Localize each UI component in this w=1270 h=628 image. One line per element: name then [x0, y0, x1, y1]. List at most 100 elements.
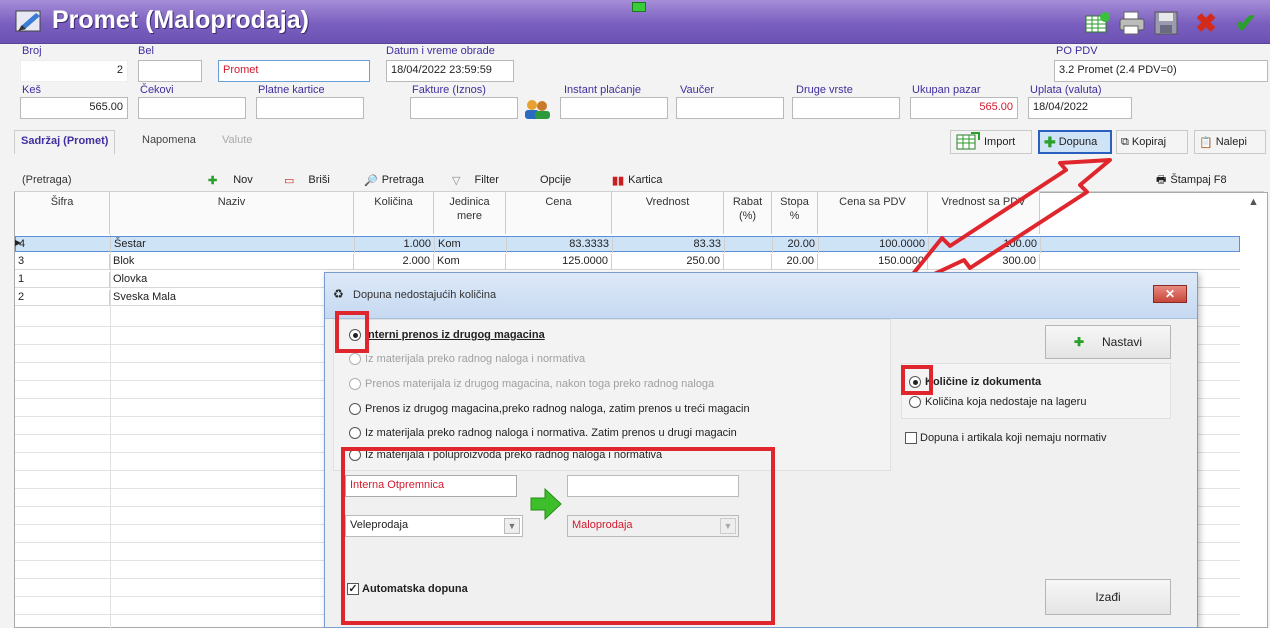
fakture-field[interactable]	[410, 97, 518, 119]
dopuna-label: Dopuna	[1058, 136, 1098, 148]
col-header-kolicina[interactable]: Količina	[354, 192, 434, 234]
filter-button[interactable]: ▽ Filter	[448, 168, 503, 192]
col-header-rabat[interactable]: Rabat (%)	[724, 192, 772, 234]
cell-cena: 125.0000	[506, 254, 612, 270]
card-icon: ▮▮	[612, 174, 625, 187]
filter-icon: ▽	[452, 174, 461, 187]
cell-sifra: 2	[15, 290, 110, 306]
po-pdv-field[interactable]: 3.2 Promet (2.4 PDV=0)	[1054, 60, 1268, 82]
title-bar: Promet (Maloprodaja) ✖ ✔	[0, 0, 1270, 44]
cell-sifra: 4	[16, 237, 111, 253]
dialog-close-icon[interactable]: ✕	[1153, 285, 1187, 303]
vaucer-field[interactable]	[676, 97, 784, 119]
platne-field[interactable]	[256, 97, 364, 119]
cell-vrednost: 250.00	[612, 254, 724, 270]
paste-icon: 📋	[1199, 136, 1213, 149]
option-prenos-treci-magacin[interactable]: Prenos iz drugog magacina,preko radnog n…	[349, 403, 750, 415]
datum-field[interactable]: 18/04/2022 23:59:59	[386, 60, 514, 82]
app-logo-icon	[15, 10, 41, 32]
brisi-button[interactable]: ▭ Briši	[280, 168, 334, 192]
kopiraj-label: Kopiraj	[1131, 136, 1167, 148]
uplata-label: Uplata (valuta)	[1030, 84, 1102, 96]
kartica-label: Kartica	[628, 174, 663, 186]
platne-label: Platne kartice	[258, 84, 325, 96]
nov-button[interactable]: ✚ Nov	[204, 168, 257, 192]
search-input[interactable]: (Pretraga)	[18, 168, 194, 192]
bel-type-field[interactable]: Promet	[218, 60, 370, 82]
druge-label: Druge vrste	[796, 84, 853, 96]
option-label: Prenos iz drugog magacina,preko radnog n…	[365, 403, 750, 415]
datum-label: Datum i vreme obrade	[386, 45, 495, 57]
row-pointer-icon: ▶	[15, 238, 22, 247]
cell-jm: Kom	[435, 237, 507, 253]
izadi-button[interactable]: Izađi	[1045, 579, 1171, 615]
cell-rabat	[724, 254, 772, 270]
cell-kolicina: 2.000	[354, 254, 434, 270]
radio-icon	[349, 403, 361, 415]
add-icon: ✚	[208, 174, 218, 187]
highlight-box	[341, 447, 775, 625]
col-header-stopa[interactable]: Stopa %	[772, 192, 818, 234]
col-header-naziv[interactable]: Naziv	[110, 192, 354, 234]
stampaj-label: Štampaj F8	[1170, 174, 1227, 186]
bel-label: Bel	[138, 45, 154, 57]
cekovi-field[interactable]	[138, 97, 246, 119]
col-header-cena[interactable]: Cena	[506, 192, 612, 234]
tab-napomena[interactable]: Napomena	[136, 130, 202, 154]
tab-sadrzaj[interactable]: Sadržaj (Promet)	[14, 130, 116, 154]
people-icon[interactable]	[522, 98, 552, 120]
refresh-grid-icon[interactable]	[1082, 8, 1114, 38]
cekovi-label: Čekovi	[140, 84, 174, 96]
copy-icon: ⧉	[1121, 135, 1129, 148]
radio-icon	[909, 396, 921, 408]
instant-field[interactable]	[560, 97, 668, 119]
highlight-box	[901, 365, 933, 395]
col-header-jm[interactable]: Jedinica mere	[434, 192, 506, 234]
no-norm-label: Dopuna i artikala koji nemaju normativ	[920, 432, 1107, 444]
printer-icon: 🖶	[1156, 173, 1167, 186]
cell-cena: 83.3333	[507, 237, 613, 253]
save-icon[interactable]	[1150, 8, 1182, 38]
broj-field[interactable]: 2	[20, 60, 128, 82]
option-label: Količina koja nedostaje na lageru	[925, 396, 1087, 408]
pretraga-label: Pretraga	[381, 174, 424, 186]
col-header-vrednost[interactable]: Vrednost	[612, 192, 724, 234]
nastavi-button[interactable]: ✚ Nastavi	[1045, 325, 1171, 359]
col-header-sifra[interactable]: Šifra	[15, 192, 110, 234]
cell-naziv: Olovka	[110, 272, 354, 288]
option-kolicina-nedostaje[interactable]: Količina koja nedostaje na lageru	[909, 396, 1086, 408]
kartica-button[interactable]: ▮▮ Kartica	[608, 168, 666, 192]
tab-valute[interactable]: Valute	[216, 130, 258, 154]
kopiraj-button[interactable]: ⧉ Kopiraj	[1116, 130, 1188, 154]
opcije-button[interactable]: Opcije	[536, 168, 575, 192]
option-label: Iz materijala preko radnog naloga i norm…	[365, 427, 737, 439]
option-label: Količine iz dokumenta	[925, 376, 1042, 388]
scroll-up-icon[interactable]: ▲	[1248, 196, 1259, 208]
pretraga-button[interactable]: 🔎 Pretraga	[360, 168, 428, 192]
izadi-label: Izađi	[1095, 590, 1121, 604]
option-prenos-drugi-magacin[interactable]: Iz materijala preko radnog naloga i norm…	[349, 427, 737, 439]
cell-stopa: 20.00	[773, 237, 819, 253]
add-icon: ✚	[1073, 335, 1085, 349]
option-prenos-materijala[interactable]: Prenos materijala iz drugog magacina, na…	[349, 378, 714, 390]
print-icon[interactable]	[1116, 8, 1148, 38]
nov-label: Nov	[233, 174, 253, 186]
nalepi-button[interactable]: 📋 Nalepi	[1194, 130, 1266, 154]
confirm-check-icon[interactable]: ✔	[1230, 8, 1262, 38]
po-pdv-label: PO PDV	[1056, 45, 1098, 57]
radio-icon	[349, 378, 361, 390]
bel-field[interactable]	[138, 60, 202, 82]
druge-field[interactable]	[792, 97, 900, 119]
kes-field[interactable]: 565.00	[20, 97, 128, 119]
no-norm-checkbox[interactable]: Dopuna i artikala koji nemaju normativ	[905, 432, 1106, 444]
uplata-field[interactable]: 18/04/2022	[1028, 97, 1132, 119]
dialog-title: Dopuna nedostajućih količina	[353, 289, 497, 301]
stampaj-button[interactable]: 🖶 Štampaj F8	[1152, 168, 1231, 192]
option-interni-prenos[interactable]: Interni prenos iz drugog magacina	[349, 329, 545, 341]
broj-label: Broj	[22, 45, 42, 57]
cell-naziv: Blok	[110, 254, 354, 270]
option-iz-materijala[interactable]: Iz materijala preko radnog naloga i norm…	[349, 353, 585, 365]
cell-rabat	[725, 237, 773, 253]
brisi-label: Briši	[308, 174, 330, 186]
close-icon[interactable]: ✖	[1190, 8, 1222, 38]
